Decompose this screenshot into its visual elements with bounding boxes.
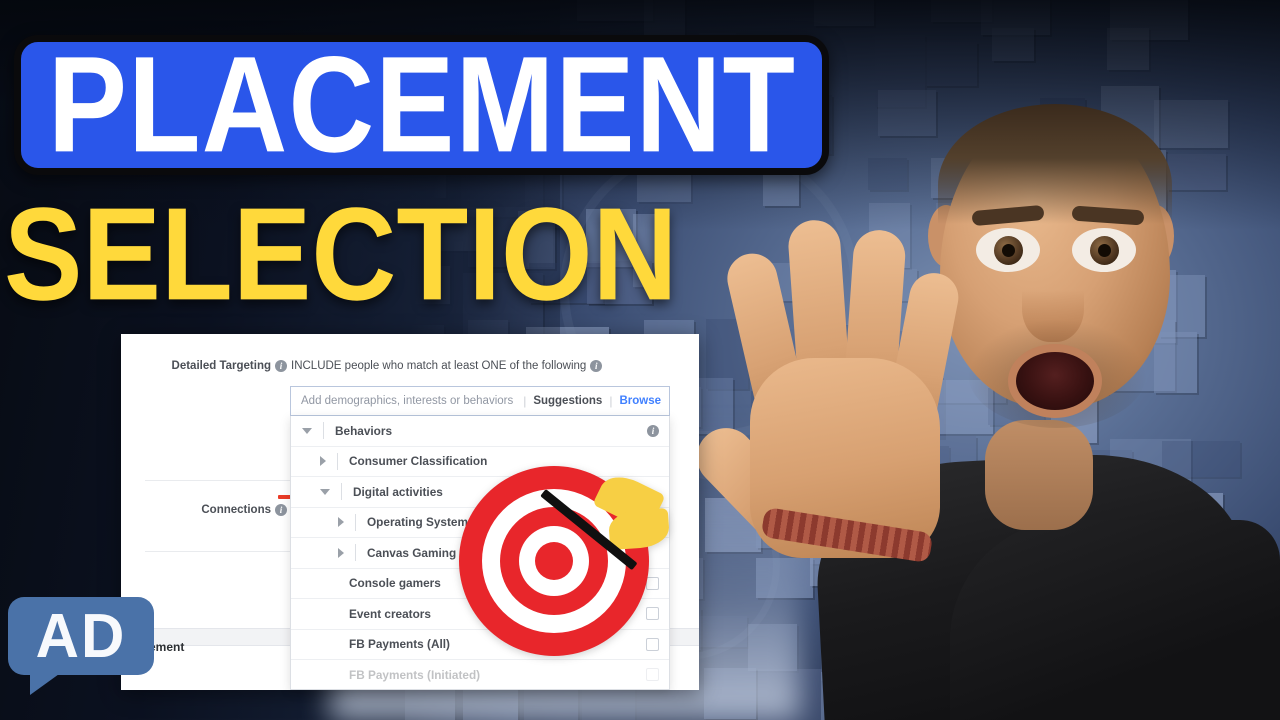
targeting-tree-item[interactable]: FB Payments (Initiated) <box>291 660 669 689</box>
ad-badge: AD <box>8 597 154 695</box>
ad-badge-text: AD <box>35 600 127 671</box>
chevron-down-icon[interactable] <box>302 427 312 434</box>
chevron-right-icon[interactable] <box>338 547 344 558</box>
chevron-right-icon[interactable] <box>338 517 344 528</box>
targeting-tree-item-label: Console gamers <box>349 576 441 591</box>
connections-row-label: Connections i <box>159 504 287 516</box>
detailed-targeting-row-label: Detailed Targeting i <box>159 360 287 372</box>
title-badge-text: PLACEMENT <box>47 28 796 181</box>
target-bullseye <box>535 542 573 580</box>
info-icon[interactable]: i <box>590 360 603 372</box>
info-icon[interactable]: i <box>275 504 287 516</box>
detailed-targeting-label-text: Detailed Targeting <box>171 360 271 372</box>
tab-browse[interactable]: Browse <box>619 395 661 407</box>
targeting-tree-item[interactable]: Behaviors i <box>291 416 669 447</box>
targeting-search-input[interactable]: Add demographics, interests or behaviors <box>301 395 516 407</box>
targeting-tree-item-label: FB Payments (All) <box>349 637 450 652</box>
subtitle: SELECTION <box>4 188 836 320</box>
info-icon[interactable]: i <box>275 360 287 372</box>
separator: | <box>523 394 527 408</box>
targeting-tree-item-label: FB Payments (Initiated) <box>349 667 481 682</box>
targeting-tree-item-label: Behaviors <box>335 423 393 438</box>
chevron-down-icon[interactable] <box>320 488 330 495</box>
tree-guide-line <box>355 513 356 531</box>
placement-section-label: ement <box>149 640 185 654</box>
chevron-right-icon[interactable] <box>320 456 326 467</box>
include-people-label: INCLUDE people who match at least ONE of… <box>291 360 587 372</box>
thumbnail-canvas: PLACEMENT SELECTION Detailed Targeting i… <box>0 0 1280 720</box>
tree-guide-line <box>337 452 338 470</box>
subtitle-text: SELECTION <box>3 180 678 329</box>
presenter-open-mouth <box>1008 344 1102 418</box>
include-people-text: INCLUDE people who match at least ONE of… <box>291 360 603 372</box>
separator: | <box>609 394 613 408</box>
tab-suggestions[interactable]: Suggestions <box>533 395 602 407</box>
targeting-tree-item-label: Canvas Gaming <box>367 545 457 560</box>
info-icon[interactable]: i <box>647 424 659 437</box>
presenter-pupil-right <box>1098 244 1111 257</box>
tree-guide-line <box>323 422 324 440</box>
tree-guide-line <box>341 483 342 501</box>
targeting-tree-item-label: Event creators <box>349 606 431 621</box>
tree-guide-line <box>355 544 356 562</box>
targeting-tree-item-label: Digital activities <box>353 484 443 499</box>
ad-badge-bubble: AD <box>8 597 154 675</box>
connections-label-text: Connections <box>201 504 271 516</box>
bullseye-target-icon <box>459 466 671 656</box>
title-badge: PLACEMENT <box>14 35 829 175</box>
targeting-item-checkbox[interactable] <box>646 668 659 682</box>
targeting-search-row[interactable]: Add demographics, interests or behaviors… <box>290 386 670 422</box>
